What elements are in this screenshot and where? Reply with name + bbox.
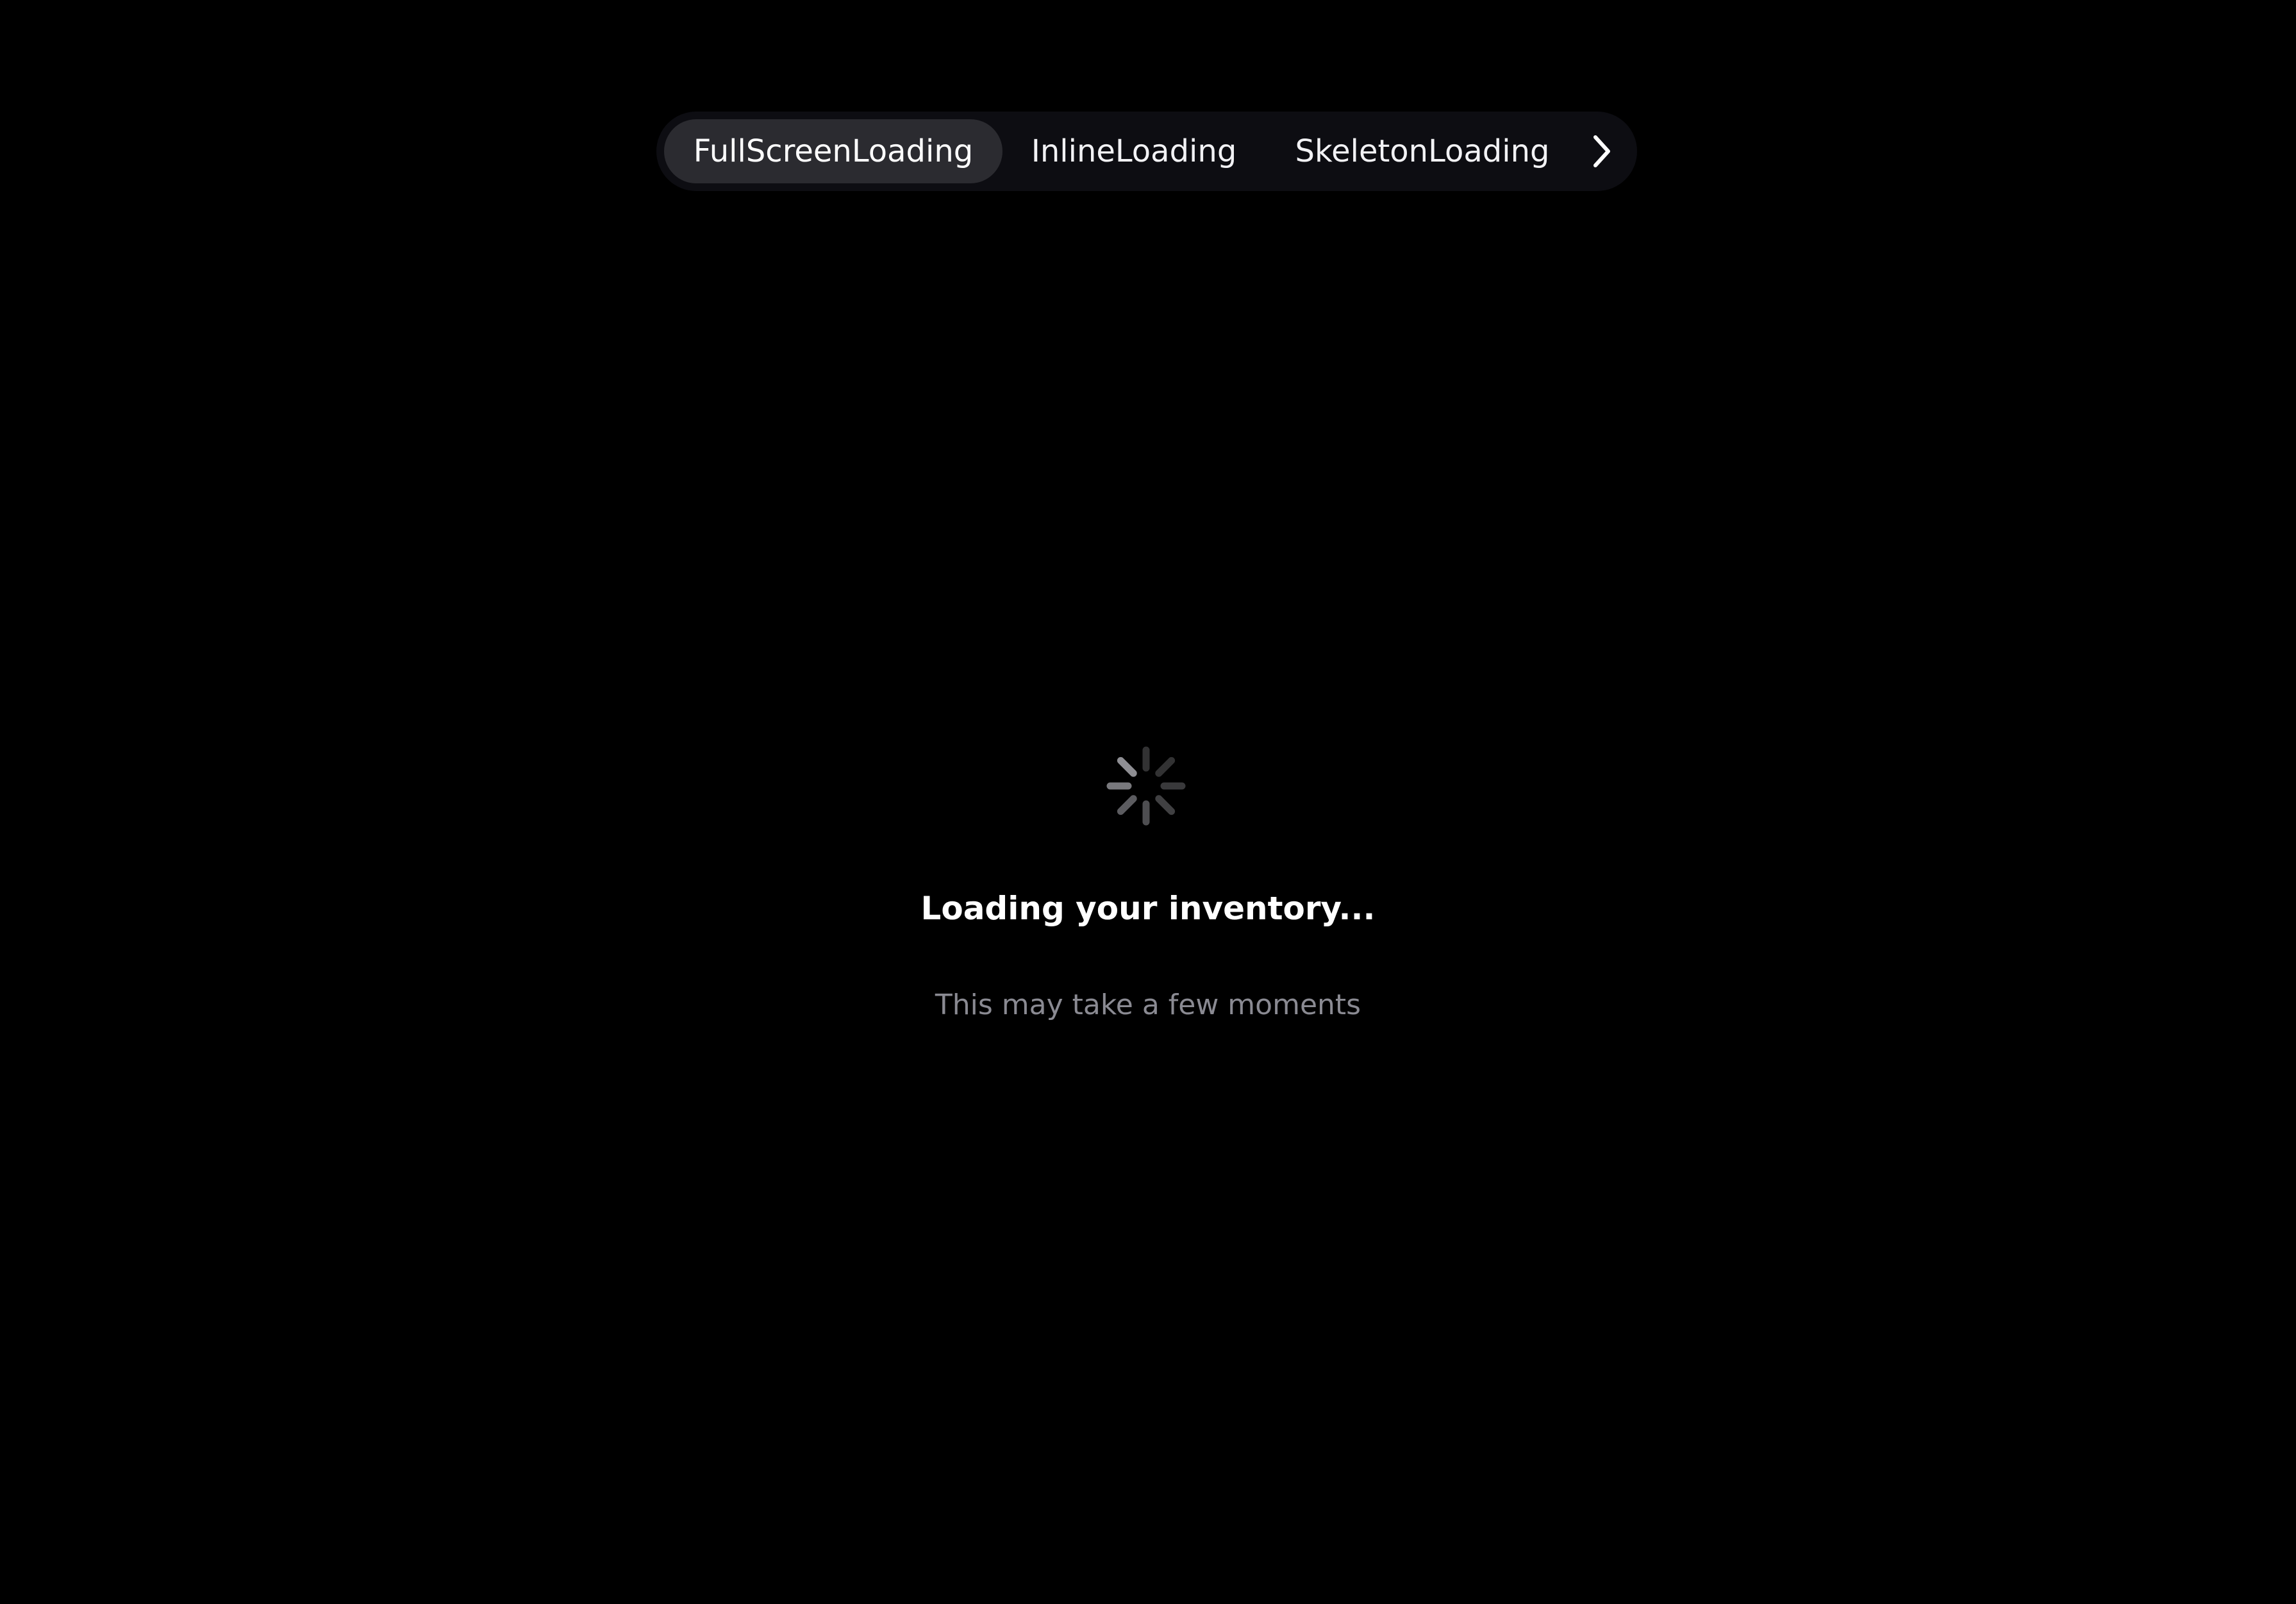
activity-spinner-icon <box>1106 746 1186 826</box>
tab-inlineloading[interactable]: InlineLoading <box>1002 119 1265 183</box>
tab-skeletonloading[interactable]: SkeletonLoading <box>1265 119 1579 183</box>
full-screen-loading-screen: FullScreenLoading InlineLoading Skeleton… <box>0 0 2296 1604</box>
loading-variant-tabbar: FullScreenLoading InlineLoading Skeleton… <box>656 112 1637 191</box>
tab-label: FullScreenLoading <box>693 133 974 169</box>
tab-label: InlineLoading <box>1031 133 1237 169</box>
loading-subtitle: This may take a few moments <box>935 989 1361 1021</box>
tab-label: SkeletonLoading <box>1295 133 1550 169</box>
chevron-right-icon <box>1593 135 1610 167</box>
tabs-next-button[interactable] <box>1579 119 1624 183</box>
tab-fullscreenloading[interactable]: FullScreenLoading <box>664 119 1002 183</box>
loading-title: Loading your inventory... <box>920 890 1376 927</box>
